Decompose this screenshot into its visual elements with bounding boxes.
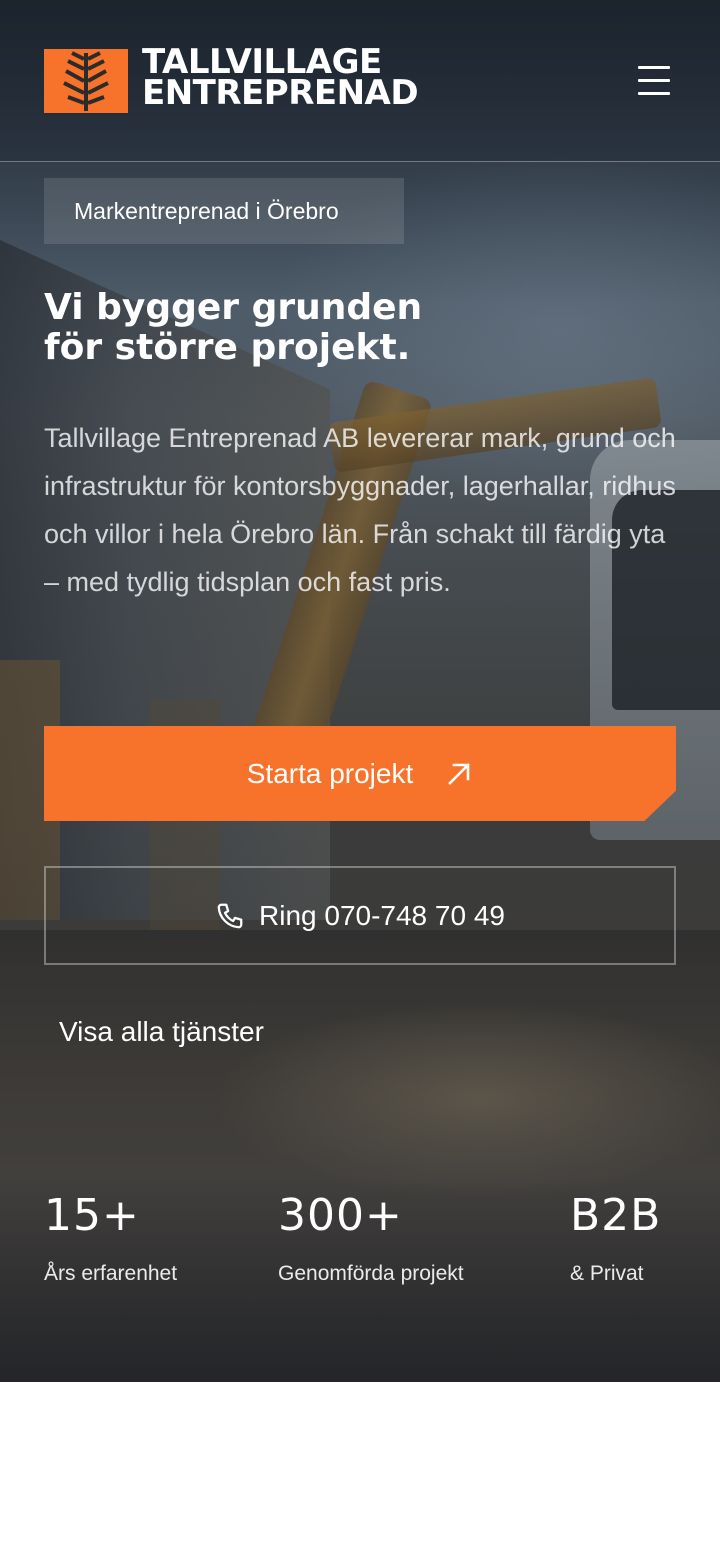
hero-description: Tallvillage Entreprenad AB levererar mar… [44, 423, 676, 597]
stat-label: & Privat [570, 1262, 644, 1285]
stat-projects: 300+ Genomförda projekt [278, 1188, 464, 1288]
location-badge: Markentreprenad i Örebro [44, 178, 404, 244]
stat-value: 300+ [278, 1190, 403, 1241]
call-phone-button[interactable]: Ring 070-748 70 49 [44, 866, 676, 965]
stat-label: Års erfarenhet [44, 1262, 178, 1285]
stat-label: Genomförda projekt [278, 1262, 464, 1285]
arrow-up-right-icon [448, 762, 471, 785]
logo-link[interactable] [44, 49, 128, 113]
brand-line-2: ENTREPRENAD [142, 73, 419, 113]
phone-icon [217, 903, 243, 928]
hamburger-menu-icon [638, 92, 670, 95]
stat-customers: B2B & Privat [570, 1188, 661, 1288]
start-project-label: Starta projekt [246, 757, 414, 789]
hero-headline: Vi bygger grunden för större projekt. [44, 288, 684, 368]
brand-wordmark[interactable]: TALLVILLAGE ENTREPRENAD [142, 45, 419, 113]
headline-line-2: för större projekt. [44, 327, 411, 368]
call-phone-label: Ring 070-748 70 49 [259, 899, 505, 931]
headline-line-1: Vi bygger grunden [44, 287, 423, 328]
stat-value: B2B [570, 1190, 662, 1241]
hamburger-menu-icon [638, 66, 670, 69]
menu-button[interactable] [630, 60, 676, 102]
start-project-button[interactable]: Starta projekt [44, 726, 676, 821]
site-header: TALLVILLAGE ENTREPRENAD [0, 0, 720, 162]
hamburger-menu-icon [638, 79, 670, 82]
view-all-services-link[interactable]: Visa alla tjänster [59, 1010, 264, 1054]
hero-section: TALLVILLAGE ENTREPRENAD Markentreprenad … [0, 0, 720, 1382]
stat-experience: 15+ Års erfarenhet [44, 1188, 177, 1288]
stat-value: 15+ [44, 1190, 140, 1241]
pine-tree-icon [63, 51, 109, 111]
